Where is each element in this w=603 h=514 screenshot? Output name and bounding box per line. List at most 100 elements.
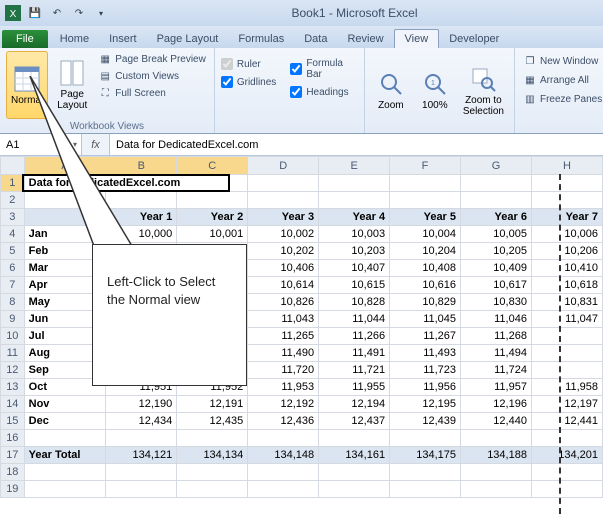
col-header-f[interactable]: F <box>390 157 461 175</box>
cell[interactable] <box>531 362 602 379</box>
cell[interactable]: 12,434 <box>106 413 177 430</box>
tab-developer[interactable]: Developer <box>439 30 509 48</box>
cell[interactable]: 11,266 <box>319 328 390 345</box>
row-header[interactable]: 13 <box>1 379 25 396</box>
cell[interactable]: 10,006 <box>531 226 602 243</box>
cell[interactable]: 11,044 <box>319 311 390 328</box>
cell[interactable]: Year 5 <box>390 209 461 226</box>
cell[interactable]: 11,491 <box>319 345 390 362</box>
cell[interactable]: 11,047 <box>531 311 602 328</box>
cell[interactable] <box>24 209 106 226</box>
cell[interactable]: 11,268 <box>461 328 532 345</box>
col-header-d[interactable]: D <box>248 157 319 175</box>
cell[interactable]: 10,826 <box>248 294 319 311</box>
cell[interactable] <box>24 430 106 447</box>
cell[interactable]: 134,188 <box>461 447 532 464</box>
cell[interactable] <box>390 192 461 209</box>
row-header[interactable]: 15 <box>1 413 25 430</box>
cell[interactable]: 10,408 <box>390 260 461 277</box>
cell[interactable] <box>531 430 602 447</box>
cell[interactable] <box>106 430 177 447</box>
name-box[interactable]: A1 <box>0 134 82 155</box>
new-window-button[interactable]: ❐New Window <box>521 53 603 69</box>
full-screen-button[interactable]: ⛶Full Screen <box>96 85 208 101</box>
cell[interactable]: 11,958 <box>531 379 602 396</box>
cell[interactable]: 134,148 <box>248 447 319 464</box>
cell[interactable] <box>106 192 177 209</box>
cell[interactable]: 11,956 <box>390 379 461 396</box>
cell[interactable]: 10,004 <box>390 226 461 243</box>
cell[interactable] <box>390 481 461 498</box>
cell[interactable]: 10,001 <box>177 226 248 243</box>
cell[interactable] <box>177 192 248 209</box>
cell[interactable]: 11,721 <box>319 362 390 379</box>
fx-button[interactable]: fx <box>82 134 110 155</box>
row-header[interactable]: 14 <box>1 396 25 413</box>
cell[interactable] <box>177 481 248 498</box>
cell[interactable]: 12,435 <box>177 413 248 430</box>
col-header-c[interactable]: C <box>177 157 248 175</box>
row-header[interactable]: 18 <box>1 464 25 481</box>
row-header[interactable]: 11 <box>1 345 25 362</box>
cell[interactable] <box>177 464 248 481</box>
row-header[interactable]: 5 <box>1 243 25 260</box>
row-header[interactable]: 1 <box>1 175 25 192</box>
cell[interactable] <box>106 481 177 498</box>
arrange-all-button[interactable]: ▦Arrange All <box>521 72 603 88</box>
page-break-preview-button[interactable]: ▦Page Break Preview <box>96 51 208 67</box>
row-header[interactable]: 6 <box>1 260 25 277</box>
cell[interactable]: 10,406 <box>248 260 319 277</box>
cell[interactable]: 12,197 <box>531 396 602 413</box>
cell[interactable]: 10,615 <box>319 277 390 294</box>
cell[interactable]: 10,005 <box>461 226 532 243</box>
cell[interactable]: 12,439 <box>390 413 461 430</box>
cell[interactable]: 10,616 <box>390 277 461 294</box>
normal-view-button[interactable]: Normal <box>6 51 48 119</box>
save-icon[interactable]: 💾 <box>26 4 44 22</box>
cell[interactable]: 12,190 <box>106 396 177 413</box>
cell[interactable]: 11,955 <box>319 379 390 396</box>
cell[interactable]: 134,121 <box>106 447 177 464</box>
cell[interactable] <box>461 430 532 447</box>
cell[interactable]: 134,134 <box>177 447 248 464</box>
cell[interactable]: Year 7 <box>531 209 602 226</box>
redo-icon[interactable]: ↷ <box>70 4 88 22</box>
row-header[interactable]: 7 <box>1 277 25 294</box>
col-header-h[interactable]: H <box>531 157 602 175</box>
cell[interactable]: 10,410 <box>531 260 602 277</box>
cell[interactable]: 134,201 <box>531 447 602 464</box>
cell[interactable]: 10,831 <box>531 294 602 311</box>
cell[interactable]: Year 4 <box>319 209 390 226</box>
cell[interactable]: Year 6 <box>461 209 532 226</box>
col-header-a[interactable]: A <box>24 157 106 175</box>
cell[interactable] <box>319 430 390 447</box>
excel-icon[interactable]: X <box>4 4 22 22</box>
row-header[interactable]: 19 <box>1 481 25 498</box>
cell[interactable]: 10,003 <box>319 226 390 243</box>
tab-data[interactable]: Data <box>294 30 337 48</box>
cell[interactable]: 12,437 <box>319 413 390 430</box>
cell[interactable] <box>24 481 106 498</box>
cell[interactable]: 10,409 <box>461 260 532 277</box>
custom-views-button[interactable]: ▤Custom Views <box>96 68 208 84</box>
cell[interactable] <box>461 192 532 209</box>
merged-title-cell[interactable]: Data for DedicatedExcel.com <box>24 175 248 192</box>
cell[interactable] <box>390 464 461 481</box>
cell[interactable] <box>319 175 390 192</box>
freeze-panes-button[interactable]: ▥Freeze Panes▾ <box>521 91 603 107</box>
col-header-g[interactable]: G <box>461 157 532 175</box>
formula-input[interactable]: Data for DedicatedExcel.com <box>110 134 603 155</box>
cell[interactable]: 12,441 <box>531 413 602 430</box>
cell[interactable] <box>531 345 602 362</box>
cell[interactable]: 10,000 <box>106 226 177 243</box>
cell[interactable]: Jan <box>24 226 106 243</box>
cell[interactable]: 10,202 <box>248 243 319 260</box>
cell[interactable]: 10,617 <box>461 277 532 294</box>
cell[interactable] <box>177 430 248 447</box>
tab-formulas[interactable]: Formulas <box>228 30 294 48</box>
cell[interactable]: 134,175 <box>390 447 461 464</box>
tab-home[interactable]: Home <box>50 30 99 48</box>
cell[interactable] <box>531 175 602 192</box>
cell[interactable] <box>248 464 319 481</box>
cell[interactable]: 10,205 <box>461 243 532 260</box>
